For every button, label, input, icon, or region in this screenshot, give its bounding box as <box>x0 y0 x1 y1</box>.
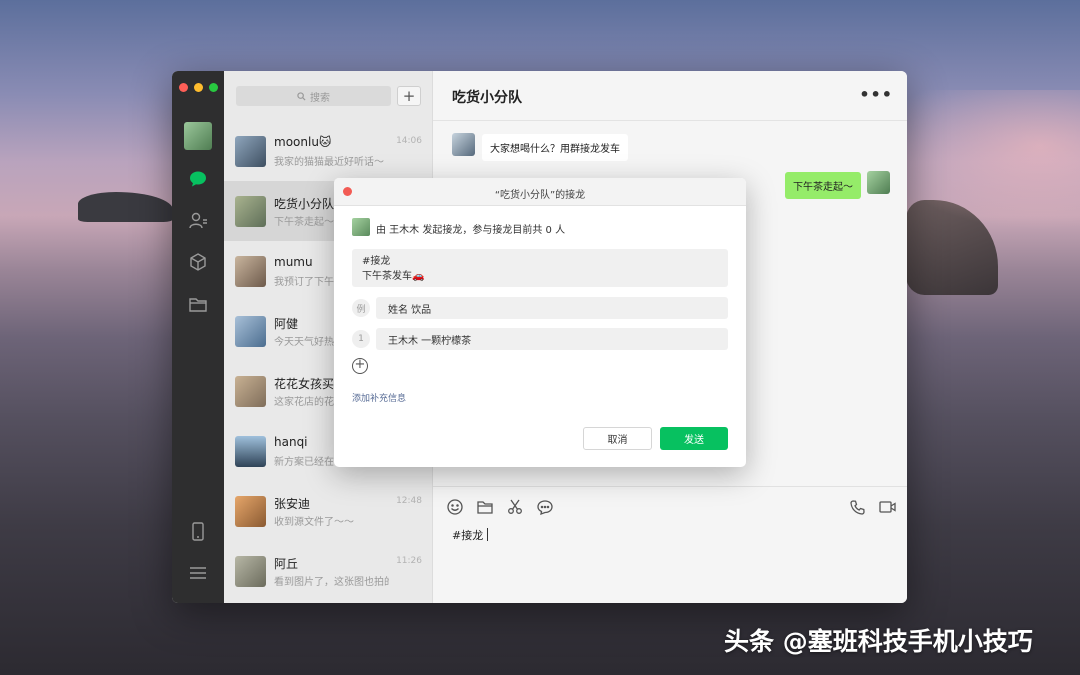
emoji-icon[interactable] <box>446 498 464 516</box>
message-bubble: 大家想喝什么？用群接龙发车 <box>482 134 628 161</box>
chat-list-item[interactable]: moonlu🐱 我家的猫猫最近好听话～ 14:06 <box>224 121 433 181</box>
chat-preview: 下午茶走起～ <box>274 217 334 228</box>
chat-preview: 这家花店的花 <box>274 397 334 408</box>
chat-name: 吃货小分队 <box>274 197 335 211</box>
starter-avatar <box>352 218 370 236</box>
search-placeholder: 搜索 <box>310 92 330 104</box>
solitaire-dialog: “吃货小分队”的接龙 由 王木木 发起接龙，参与接龙目前共 0 人 #接龙 下午… <box>334 178 746 467</box>
topic-line: #接龙 <box>362 256 391 267</box>
chat-name: 阿健 <box>274 317 299 331</box>
send-button[interactable]: 发送 <box>660 427 728 450</box>
topic-field[interactable]: #接龙 下午茶发车🚗 <box>352 249 728 287</box>
chat-name: 张安迪 <box>274 497 311 511</box>
chat-time: 14:06 <box>396 136 422 146</box>
chat-preview: 我家的猫猫最近好听话～ <box>274 157 384 168</box>
more-options-icon[interactable]: ••• <box>859 85 893 104</box>
chat-preview: 新方案已经在 <box>274 457 334 468</box>
chat-header: 吃货小分队 ••• <box>433 71 907 121</box>
chat-list-item[interactable]: 张安迪 收到源文件了～～ 12:48 <box>224 481 433 541</box>
chat-list-item[interactable]: 阿丘 看到图片了，这张图也拍的... 11:26 <box>224 541 433 601</box>
text-caret <box>487 528 489 541</box>
topic-line: 下午茶发车🚗 <box>362 271 425 282</box>
composer-toolbar <box>446 498 554 516</box>
minimize-window-button[interactable] <box>194 83 203 92</box>
example-field[interactable]: 姓名 饮品 <box>376 297 728 319</box>
example-badge: 例 <box>352 299 370 317</box>
my-avatar[interactable] <box>867 171 890 194</box>
icon-sidebar <box>172 71 224 603</box>
avatar <box>235 436 266 467</box>
chat-preview: 看到图片了，这张图也拍的... <box>274 577 389 588</box>
close-window-button[interactable] <box>179 83 188 92</box>
chat-preview: 今天天气好热 <box>274 337 334 348</box>
message-bubble: 下午茶走起～ <box>785 172 861 199</box>
watermark: 头条 @塞班科技手机小技巧 <box>724 627 1033 656</box>
chat-name: hanqi <box>274 435 308 449</box>
landscape-cliff <box>78 192 173 222</box>
cancel-button[interactable]: 取消 <box>583 427 652 450</box>
video-call-icon[interactable] <box>878 498 896 516</box>
window-controls <box>179 83 218 92</box>
chat-preview: 我预订了下午 <box>274 277 334 288</box>
avatar <box>235 496 266 527</box>
voice-call-icon[interactable] <box>848 498 866 516</box>
sky-glow <box>880 90 1080 230</box>
add-info-link[interactable]: 添加补充信息 <box>352 391 406 404</box>
chat-name: moonlu🐱 <box>274 135 332 149</box>
add-entry-icon[interactable]: + <box>352 358 368 374</box>
chat-name: mumu <box>274 255 313 269</box>
avatar <box>235 136 266 167</box>
folder-icon[interactable] <box>476 498 494 516</box>
group-avatar <box>235 196 266 227</box>
contacts-icon[interactable] <box>186 208 210 232</box>
search-icon <box>297 91 306 101</box>
my-avatar[interactable] <box>184 122 212 150</box>
avatar <box>235 556 266 587</box>
entry-text: 王木木 一颗柠檬茶 <box>388 335 472 347</box>
message-icon[interactable] <box>536 498 554 516</box>
search-input[interactable]: 搜索 <box>236 86 391 106</box>
menu-icon[interactable] <box>186 561 210 585</box>
avatar <box>235 316 266 347</box>
phone-icon[interactable] <box>186 519 210 543</box>
dialog-title: “吃货小分队”的接龙 <box>494 190 586 201</box>
zoom-window-button[interactable] <box>209 83 218 92</box>
avatar <box>235 256 266 287</box>
composer-divider <box>433 486 907 487</box>
example-text: 姓名 饮品 <box>388 304 432 316</box>
files-icon[interactable] <box>186 292 210 316</box>
chat-preview: 收到源文件了～～ <box>274 517 354 528</box>
entry-field[interactable]: 王木木 一颗柠檬茶 <box>376 328 728 350</box>
chat-icon[interactable] <box>186 167 210 191</box>
sender-avatar[interactable] <box>452 133 475 156</box>
dialog-titlebar: “吃货小分队”的接龙 <box>334 178 746 206</box>
draft-text: #接龙 <box>452 529 484 542</box>
chat-time: 11:26 <box>396 556 422 566</box>
message-input[interactable]: #接龙 <box>452 527 489 543</box>
entry-number: 1 <box>352 330 370 348</box>
favorites-icon[interactable] <box>186 250 210 274</box>
call-toolbar <box>848 498 896 516</box>
starter-text: 由 王木木 发起接龙，参与接龙目前共 0 人 <box>376 225 566 236</box>
chat-name: 阿丘 <box>274 557 299 571</box>
add-chat-button[interactable]: + <box>397 86 421 106</box>
group-avatar <box>235 376 266 407</box>
chat-title: 吃货小分队 <box>452 90 522 106</box>
chat-time: 12:48 <box>396 496 422 506</box>
scissors-icon[interactable] <box>506 498 524 516</box>
